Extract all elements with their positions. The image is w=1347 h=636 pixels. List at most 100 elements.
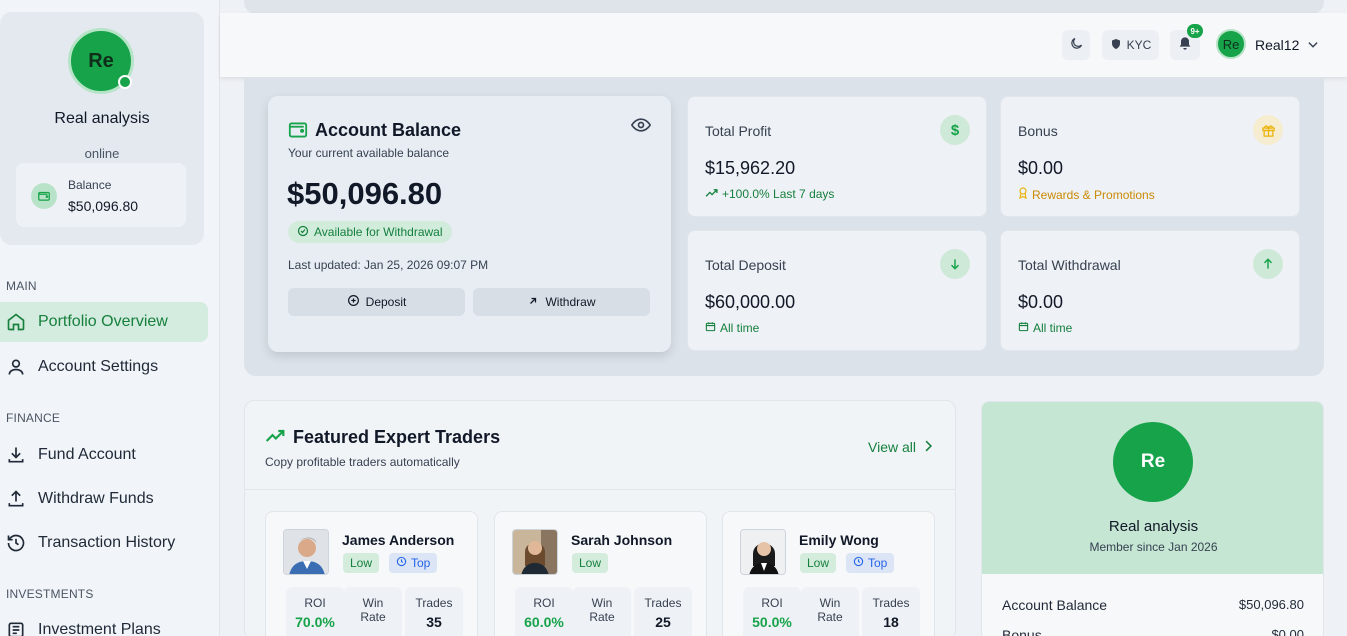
kyc-label: KYC — [1126, 38, 1152, 52]
top-strip — [244, 0, 1324, 14]
sidebar-profile-card: Re Real analysis online Balance $50,096.… — [0, 12, 204, 245]
trending-up-icon — [265, 429, 285, 448]
sidebar-item-investment-plans[interactable]: Investment Plans — [0, 610, 208, 636]
sidebar-item-label: Transaction History — [38, 534, 176, 551]
trades-metric: Trades 18 — [862, 587, 920, 636]
divider — [245, 489, 955, 490]
stat-value: $0.00 — [1018, 292, 1064, 312]
deposit-button[interactable]: Deposit — [288, 288, 465, 316]
sidebar-item-fund-account[interactable]: Fund Account — [0, 435, 208, 475]
trader-card[interactable]: Sarah Johnson Low ROI 60.0% Win Rate Trad… — [494, 511, 707, 636]
sidebar-item-withdraw-funds[interactable]: Withdraw Funds — [0, 479, 208, 519]
trader-card[interactable]: Emily Wong Low Top ROI 50.0% Win Rate Tra… — [722, 511, 935, 636]
dollar-icon: $ — [940, 115, 970, 145]
total-withdrawal-card: Total Withdrawal $0.00 All time — [1000, 230, 1300, 351]
profile-row: Account Balance $50,096.80 — [1002, 597, 1304, 613]
kyc-button[interactable]: KYC — [1102, 30, 1159, 60]
trending-up-icon — [705, 187, 718, 201]
win-rate-metric: Win Rate — [801, 587, 859, 636]
nav-section-finance: FINANCE — [6, 411, 61, 425]
trader-card[interactable]: James Anderson Low Top ROI 70.0% Win Rate… — [265, 511, 478, 636]
eye-icon[interactable] — [630, 117, 652, 138]
avatar[interactable]: Re — [68, 28, 134, 94]
trader-photo — [512, 529, 558, 575]
sidebar-balance-label: Balance — [68, 178, 112, 192]
metric-label: ROI — [304, 596, 326, 610]
stat-value: $60,000.00 — [705, 292, 796, 312]
metric-value: 18 — [883, 614, 899, 630]
metric-value: 60.0% — [524, 614, 564, 630]
metric-value: 50.0% — [752, 614, 792, 630]
trader-name: Sarah Johnson — [571, 532, 673, 548]
sidebar-item-label: Withdraw Funds — [38, 490, 154, 507]
sidebar-item-label: Portfolio Overview — [38, 313, 168, 330]
status-label: Available for Withdrawal — [314, 225, 443, 239]
risk-badge: Low — [800, 553, 837, 573]
clock-icon — [853, 556, 864, 570]
trades-metric: Trades 35 — [405, 587, 463, 636]
sidebar-item-label: Fund Account — [38, 446, 136, 463]
user-name[interactable]: Real12 — [1255, 37, 1299, 53]
top-badge: Top — [389, 553, 438, 573]
clock-icon — [396, 556, 407, 570]
stat-label: Bonus — [1018, 123, 1058, 139]
view-all-link[interactable]: View all — [868, 439, 933, 455]
metric-value: 70.0% — [295, 614, 335, 630]
metric-label: Win Rate — [817, 596, 843, 624]
stat-label: Total Profit — [705, 123, 772, 139]
trader-name: James Anderson — [342, 532, 455, 548]
wallet-icon — [31, 183, 57, 209]
arrow-up-right-icon — [527, 295, 539, 310]
check-circle-icon — [297, 225, 309, 240]
metric-label: ROI — [761, 596, 783, 610]
row-label: Account Balance — [1002, 597, 1108, 613]
chevron-down-icon[interactable] — [1305, 38, 1321, 57]
topbar: KYC 9+ Re Real12 — [220, 13, 1347, 77]
view-all-label: View all — [868, 439, 916, 455]
gift-icon — [1253, 115, 1283, 145]
theme-toggle-button[interactable] — [1062, 30, 1090, 60]
account-balance-card: Account Balance Your current available b… — [268, 96, 671, 352]
sidebar-item-transaction-history[interactable]: Transaction History — [0, 523, 208, 563]
home-icon — [6, 312, 26, 332]
metric-value: 35 — [426, 614, 442, 630]
total-profit-card: Total Profit $ $15,962.20 +100.0% Last 7… — [687, 96, 987, 217]
stat-value: $0.00 — [1018, 158, 1064, 178]
shield-icon — [1110, 38, 1122, 53]
sidebar-item-account-settings[interactable]: Account Settings — [0, 347, 208, 387]
bell-icon — [1177, 36, 1193, 55]
profile-status: online — [84, 146, 120, 161]
withdraw-button[interactable]: Withdraw — [473, 288, 650, 316]
wallet-icon — [288, 121, 308, 144]
trader-photo — [740, 529, 786, 575]
metric-label: Win Rate — [360, 596, 386, 624]
featured-subtitle: Copy profitable traders automatically — [265, 455, 460, 469]
sidebar-balance-value: $50,096.80 — [68, 198, 139, 214]
status-badge: Available for Withdrawal — [288, 221, 452, 243]
stat-label: Total Withdrawal — [1018, 257, 1121, 273]
history-icon — [6, 533, 26, 553]
metric-label: Win Rate — [589, 596, 615, 624]
trades-metric: Trades 25 — [634, 587, 692, 636]
stat-trend: All time — [1018, 321, 1072, 335]
stat-sub-text: All time — [720, 321, 760, 335]
plus-circle-icon — [347, 294, 360, 310]
sidebar-item-label: Investment Plans — [38, 621, 161, 636]
balance-amount: $50,096.80 — [287, 176, 443, 211]
top-label: Top — [868, 556, 888, 570]
stat-trend: Rewards & Promotions — [1018, 187, 1155, 202]
roi-metric: ROI 50.0% — [743, 587, 801, 636]
calendar-icon — [705, 321, 716, 335]
sidebar-item-label: Account Settings — [38, 358, 159, 375]
avatar: Re — [1113, 422, 1193, 502]
user-avatar[interactable]: Re — [1216, 29, 1246, 59]
sidebar-balance: Balance $50,096.80 — [16, 163, 186, 227]
download-icon — [6, 445, 26, 465]
sidebar: Re Real analysis online Balance $50,096.… — [0, 0, 220, 636]
balance-title: Account Balance — [315, 120, 462, 140]
sidebar-item-portfolio-overview[interactable]: Portfolio Overview — [0, 302, 208, 342]
award-icon — [1018, 187, 1028, 202]
nav-section-investments: INVESTMENTS — [6, 587, 94, 601]
balance-subtitle: Your current available balance — [288, 146, 449, 160]
metric-label: Trades — [644, 596, 682, 610]
